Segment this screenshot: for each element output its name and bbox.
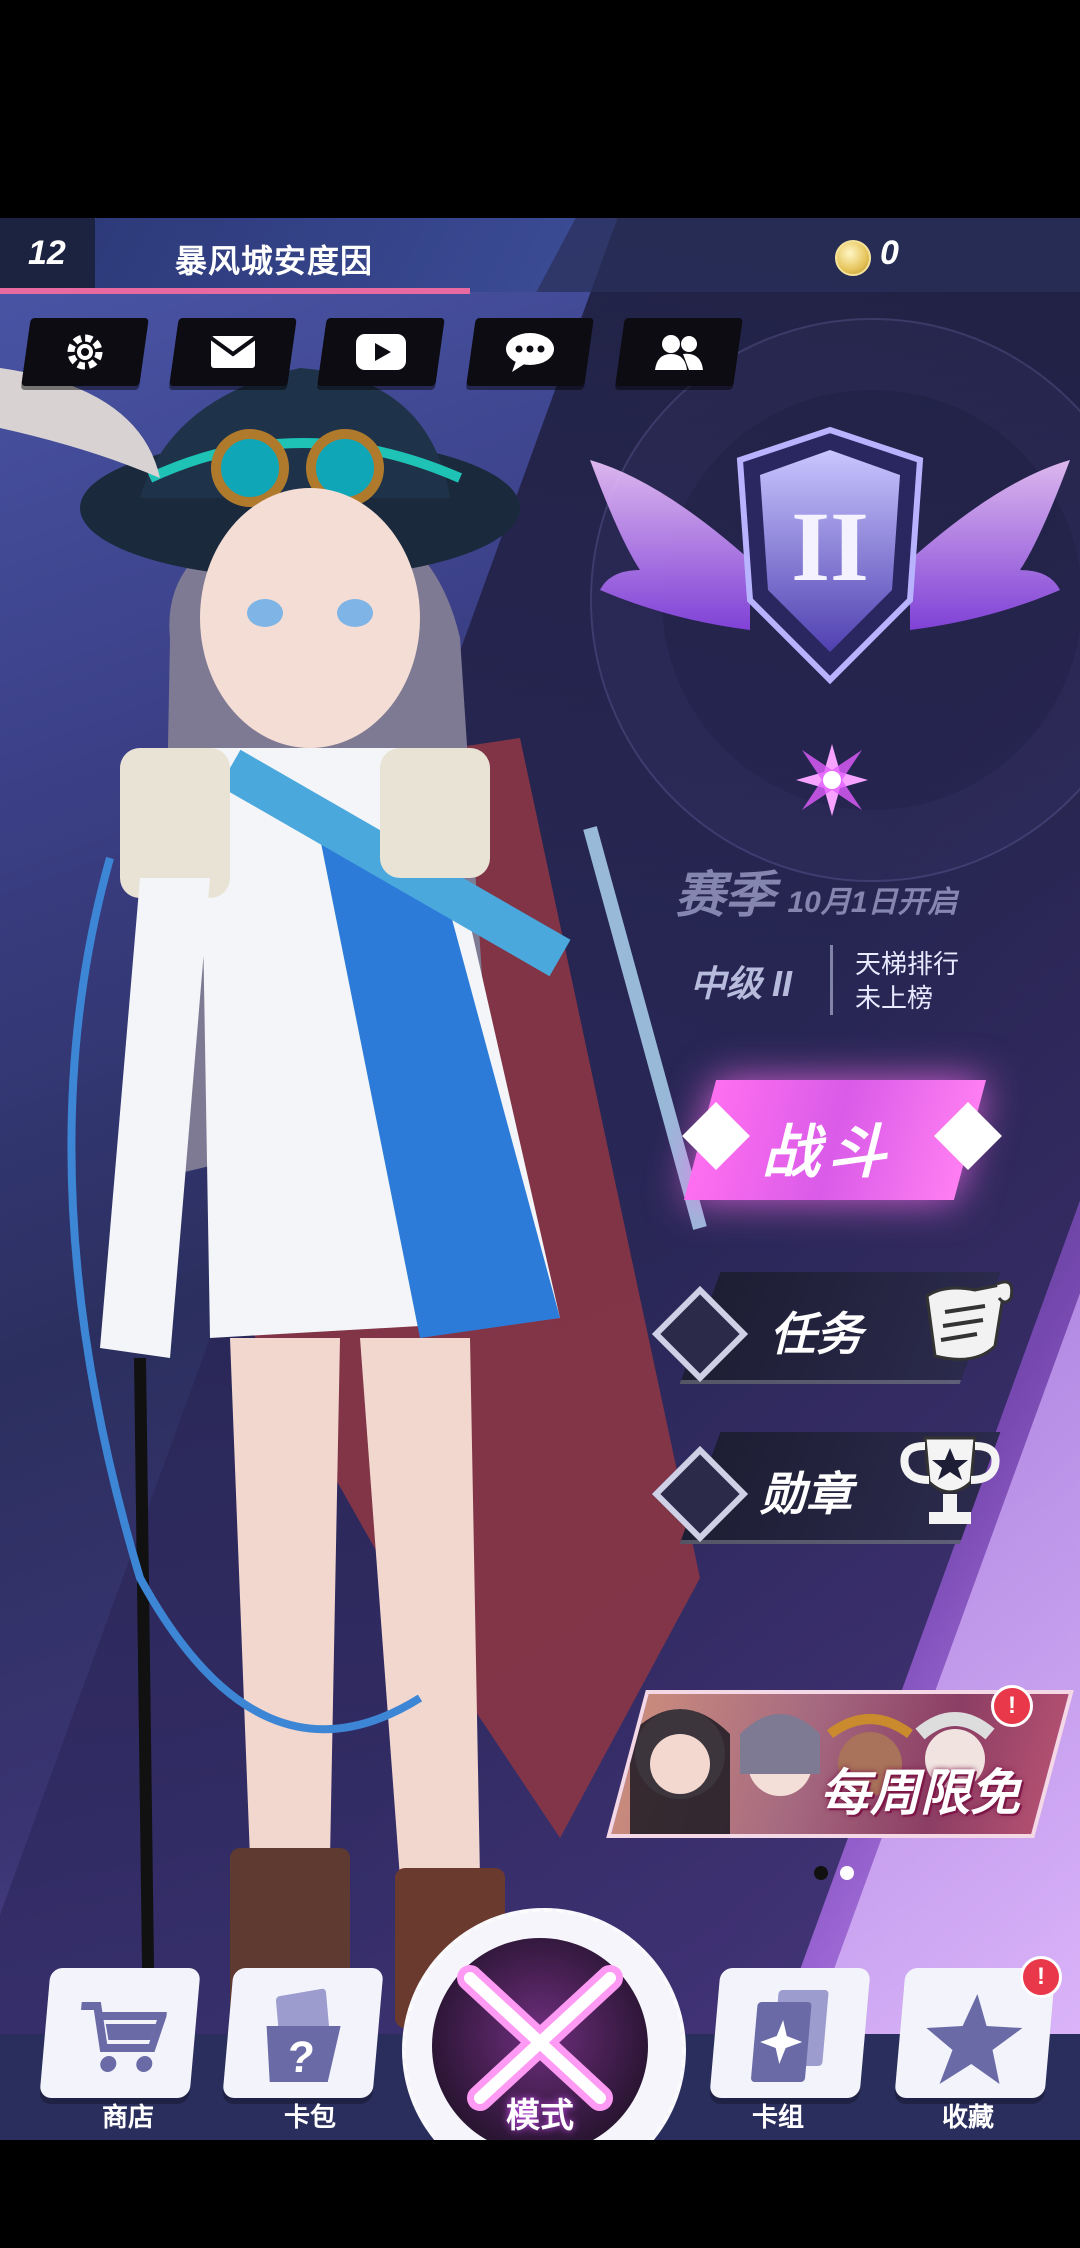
tier-divider (830, 945, 833, 1015)
mail-button[interactable] (169, 318, 297, 386)
quests-label[interactable]: 任务 (770, 1298, 862, 1364)
medals-label[interactable]: 勋章 (760, 1458, 852, 1524)
mode-label[interactable]: 模式 (440, 2088, 640, 2137)
video-button[interactable] (317, 318, 445, 386)
deck-icon (751, 1990, 829, 2082)
bottom-black-bar (0, 2140, 1080, 2248)
rank-star-icon (796, 744, 868, 816)
season-info: 赛季 10月1日开启 (675, 855, 1005, 927)
player-name[interactable]: 暴风城安度因 (175, 236, 373, 282)
coin-count: 0 (880, 234, 899, 272)
friends-button[interactable] (615, 318, 743, 386)
collection-alert-badge: ! (1020, 1956, 1062, 1998)
packs-tab[interactable]: ? (222, 1968, 384, 2098)
season-start: 10月1日开启 (787, 886, 958, 919)
player-level: 12 (28, 234, 66, 272)
shop-tab[interactable] (39, 1968, 201, 2098)
friends-icon (655, 335, 703, 370)
gear-icon (67, 334, 103, 370)
coin-icon (835, 240, 871, 276)
pager-dot-2[interactable] (840, 1866, 854, 1880)
season-label: 赛季 (675, 867, 775, 923)
banner-alert-badge: ! (991, 1685, 1033, 1727)
packs-label[interactable]: 卡包 (250, 2097, 370, 2134)
trophy-icon (900, 1436, 1000, 1524)
settings-button[interactable] (21, 318, 149, 386)
decks-label[interactable]: 卡组 (718, 2097, 838, 2134)
ladder-status: 未上榜 (855, 983, 934, 1013)
ladder-rank[interactable]: 天梯排行 未上榜 (855, 947, 959, 1015)
ladder-title: 天梯排行 (855, 949, 960, 979)
coin-panel (500, 218, 1080, 292)
rank-numeral: II (791, 491, 869, 602)
top-bar: 12 暴风城安度因 0 (0, 218, 1080, 294)
weekly-free-label[interactable]: 每周限免 (820, 1753, 1020, 1825)
mail-icon (209, 336, 257, 368)
xp-bar (0, 288, 470, 294)
chat-button[interactable] (466, 318, 594, 386)
svg-text:?: ? (285, 2033, 316, 2082)
card-pack-icon: ? (266, 1988, 341, 2082)
battle-label[interactable]: 战斗 (762, 1105, 894, 1189)
decks-tab[interactable] (709, 1968, 871, 2098)
pager-dot-1[interactable] (814, 1866, 828, 1880)
cart-icon (81, 2002, 168, 2072)
shop-label[interactable]: 商店 (68, 2097, 188, 2134)
rank-emblem: II (590, 426, 1070, 685)
star-icon (926, 1994, 1023, 2084)
video-icon (356, 334, 406, 370)
chat-icon (506, 333, 554, 372)
collection-label[interactable]: 收藏 (908, 2097, 1028, 2134)
rank-tier: 中级 II (690, 963, 793, 1004)
scroll-icon (925, 1280, 1014, 1361)
